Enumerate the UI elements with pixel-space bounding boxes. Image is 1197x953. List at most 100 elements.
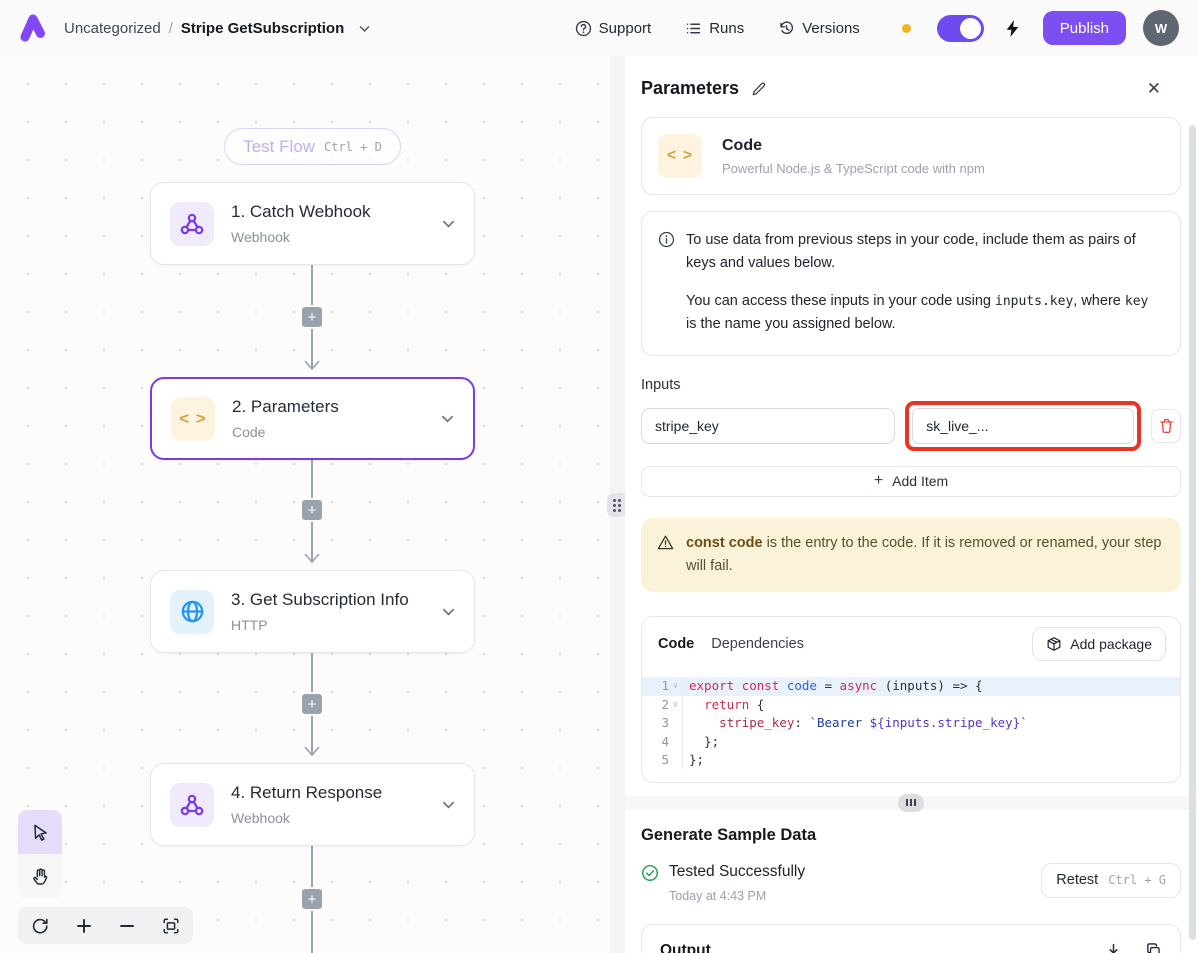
node-title: 4. Return Response <box>231 783 424 803</box>
inputs-label: Inputs <box>641 377 1181 393</box>
hand-icon <box>31 867 50 886</box>
node-texts: 1. Catch Webhook Webhook <box>231 202 424 245</box>
add-step-button[interactable]: + <box>300 692 324 716</box>
plus-icon: + <box>874 472 883 490</box>
output-title: Output <box>660 942 711 953</box>
tab-code[interactable]: Code <box>658 636 694 652</box>
cursor-icon <box>31 823 50 842</box>
node-get-subscription-info[interactable]: 3. Get Subscription Info HTTP <box>150 570 475 653</box>
info-paragraph-1: To use data from previous steps in your … <box>686 229 1162 276</box>
zoom-in-button[interactable] <box>69 911 99 941</box>
runs-label: Runs <box>709 20 744 37</box>
status-timestamp: Today at 4:43 PM <box>669 889 805 903</box>
runs-button[interactable]: Runs <box>685 20 744 37</box>
breadcrumb: Uncategorized / Stripe GetSubscription <box>64 20 371 37</box>
zoom-out-button[interactable] <box>112 911 142 941</box>
minus-icon <box>119 918 135 934</box>
workflow-enabled-toggle[interactable] <box>937 15 984 42</box>
inline-code: key <box>1125 294 1148 309</box>
node-subtitle: HTTP <box>231 617 424 633</box>
step-details-panel: Parameters ✕ < > Code Powerful Node.js &… <box>625 56 1197 953</box>
breadcrumb-separator: / <box>169 20 173 37</box>
support-button[interactable]: Support <box>575 20 652 37</box>
workflow-title[interactable]: Stripe GetSubscription <box>181 20 344 37</box>
success-check-icon <box>641 864 659 882</box>
canvas-zoom-bar <box>18 907 193 944</box>
step-type-subtitle: Powerful Node.js & TypeScript code with … <box>722 161 985 176</box>
node-title: 1. Catch Webhook <box>231 202 424 222</box>
splitter-drag-handle-icon[interactable] <box>898 794 924 812</box>
refresh-icon <box>31 917 49 935</box>
input-key-field[interactable] <box>641 408 895 444</box>
chevron-down-icon[interactable] <box>358 22 371 35</box>
fit-view-button[interactable] <box>156 911 186 941</box>
download-output-button[interactable] <box>1105 942 1122 953</box>
top-bar: Uncategorized / Stripe GetSubscription S… <box>0 0 1197 56</box>
add-step-button[interactable]: + <box>300 498 324 522</box>
node-subtitle: Webhook <box>231 810 424 826</box>
node-texts: 2. Parameters Code <box>232 397 423 440</box>
test-flow-button[interactable]: Test Flow Ctrl + D <box>224 128 401 165</box>
plus-icon <box>76 918 92 934</box>
add-item-label: Add Item <box>892 473 948 489</box>
code-icon: < > <box>171 397 215 441</box>
close-panel-button[interactable]: ✕ <box>1147 79 1161 99</box>
chevron-down-icon[interactable] <box>441 604 456 619</box>
package-icon <box>1046 636 1062 652</box>
panel-header: Parameters ✕ <box>641 78 1181 99</box>
tab-dependencies[interactable]: Dependencies <box>711 636 804 652</box>
editor-header: Code Dependencies Add package <box>642 617 1180 669</box>
workflow-canvas[interactable]: Test Flow Ctrl + D + + + + 1. Catch Webh… <box>0 56 610 953</box>
versions-button[interactable]: Versions <box>778 20 860 37</box>
add-step-button[interactable]: + <box>300 887 324 911</box>
edit-title-icon[interactable] <box>751 81 767 97</box>
add-step-button[interactable]: + <box>300 305 324 329</box>
annotation-highlight-box <box>905 401 1141 451</box>
chevron-down-icon[interactable] <box>440 411 455 426</box>
code-editor[interactable]: 1∨export const code = async (inputs) => … <box>642 669 1180 782</box>
copy-output-button[interactable] <box>1145 942 1162 953</box>
buildship-logo-icon[interactable] <box>18 13 48 43</box>
warning-text: const code is the entry to the code. If … <box>686 532 1163 578</box>
chevron-down-icon[interactable] <box>441 797 456 812</box>
publish-button[interactable]: Publish <box>1043 11 1126 45</box>
canvas-tool-group <box>18 810 62 898</box>
add-package-button[interactable]: Add package <box>1032 627 1166 661</box>
download-icon <box>1105 942 1122 953</box>
node-catch-webhook[interactable]: 1. Catch Webhook Webhook <box>150 182 475 265</box>
select-tool-button[interactable] <box>18 810 62 854</box>
bottom-splitter[interactable] <box>625 796 1197 810</box>
node-parameters[interactable]: < > 2. Parameters Code <box>150 377 475 460</box>
info-text: To use data from previous steps in your … <box>686 229 1162 337</box>
support-label: Support <box>599 20 652 37</box>
info-icon <box>658 231 675 337</box>
status-texts: Tested Successfully Today at 4:43 PM <box>669 863 805 903</box>
info-paragraph-2: You can access these inputs in your code… <box>686 290 1162 337</box>
output-card: Output <box>641 924 1181 953</box>
delete-input-button[interactable] <box>1151 409 1181 443</box>
lightning-icon[interactable] <box>1004 19 1021 38</box>
add-item-button[interactable]: + Add Item <box>641 466 1181 497</box>
info-card: To use data from previous steps in your … <box>641 211 1181 356</box>
globe-icon <box>170 590 214 634</box>
copy-icon <box>1145 942 1162 953</box>
pan-tool-button[interactable] <box>18 854 62 898</box>
breadcrumb-category[interactable]: Uncategorized <box>64 20 161 37</box>
divider-drag-handle-icon[interactable] <box>607 493 627 517</box>
retest-button[interactable]: Retest Ctrl + G <box>1041 863 1181 898</box>
avatar[interactable]: W <box>1143 10 1179 46</box>
panel-scrollbar[interactable] <box>1189 125 1196 940</box>
input-value-field[interactable] <box>912 408 1134 444</box>
node-return-response[interactable]: 4. Return Response Webhook <box>150 763 475 846</box>
chevron-down-icon[interactable] <box>441 216 456 231</box>
step-type-title: Code <box>722 137 985 155</box>
add-package-label: Add package <box>1070 636 1152 652</box>
warning-icon <box>657 534 674 578</box>
toggle-knob <box>960 18 981 39</box>
reset-view-button[interactable] <box>25 911 55 941</box>
step-type-texts: Code Powerful Node.js & TypeScript code … <box>722 137 985 176</box>
code-lines: 1∨export const code = async (inputs) => … <box>642 677 1180 770</box>
panel-title: Parameters <box>641 78 739 99</box>
panel-resize-divider[interactable] <box>610 56 625 953</box>
test-flow-shortcut: Ctrl + D <box>324 140 382 154</box>
